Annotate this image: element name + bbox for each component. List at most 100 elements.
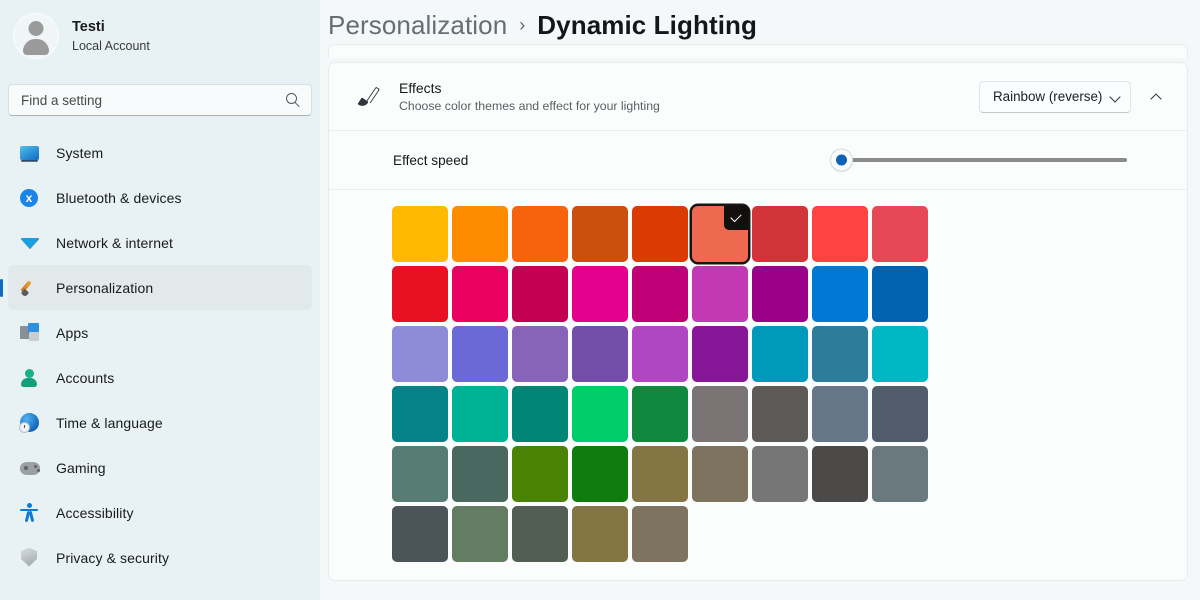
color-swatch[interactable]: [392, 206, 448, 262]
color-swatch[interactable]: [452, 266, 508, 322]
color-swatch[interactable]: [692, 326, 748, 382]
sidebar-item-label: Bluetooth & devices: [56, 190, 182, 206]
color-swatch[interactable]: [392, 326, 448, 382]
account-header[interactable]: Testi Local Account: [0, 0, 320, 72]
color-swatch[interactable]: [632, 206, 688, 262]
sidebar-item-system[interactable]: System: [8, 130, 312, 175]
color-swatch-grid: [392, 206, 936, 562]
sidebar-item-label: Apps: [56, 325, 88, 341]
slider-track[interactable]: [839, 158, 1127, 162]
chevron-down-icon: [1110, 91, 1121, 102]
color-swatch[interactable]: [632, 446, 688, 502]
page-title: Dynamic Lighting: [537, 10, 757, 41]
color-swatch[interactable]: [572, 326, 628, 382]
color-swatch[interactable]: [452, 206, 508, 262]
color-swatch-selected[interactable]: [692, 206, 748, 262]
color-swatch[interactable]: [872, 326, 928, 382]
color-swatch[interactable]: [572, 506, 628, 562]
color-swatch[interactable]: [512, 506, 568, 562]
color-swatch[interactable]: [752, 266, 808, 322]
sidebar-item-accessibility[interactable]: Accessibility: [8, 490, 312, 535]
color-swatch[interactable]: [632, 266, 688, 322]
color-swatch[interactable]: [752, 326, 808, 382]
sidebar-item-label: Personalization: [56, 280, 153, 296]
effect-speed-row: Effect speed: [329, 131, 1187, 189]
color-swatch[interactable]: [452, 446, 508, 502]
breadcrumb-parent-link[interactable]: Personalization: [328, 10, 507, 41]
color-swatch[interactable]: [812, 326, 868, 382]
color-swatch[interactable]: [812, 266, 868, 322]
sidebar-item-label: Accounts: [56, 370, 114, 386]
color-swatch[interactable]: [572, 386, 628, 442]
color-swatch[interactable]: [512, 266, 568, 322]
color-swatch[interactable]: [632, 506, 688, 562]
color-swatch[interactable]: [572, 446, 628, 502]
color-swatch[interactable]: [512, 386, 568, 442]
color-swatch[interactable]: [872, 446, 928, 502]
sidebar-item-gaming[interactable]: Gaming: [8, 445, 312, 490]
color-swatch[interactable]: [692, 266, 748, 322]
color-swatch[interactable]: [812, 446, 868, 502]
color-swatch[interactable]: [572, 266, 628, 322]
main-content: Personalization › Dynamic Lighting Effec…: [320, 0, 1200, 600]
color-swatch[interactable]: [572, 206, 628, 262]
search-icon: [285, 92, 301, 108]
color-swatch[interactable]: [392, 446, 448, 502]
color-swatch[interactable]: [452, 506, 508, 562]
effects-header-row: Effects Choose color themes and effect f…: [329, 63, 1187, 130]
bluetooth-icon: x: [20, 188, 40, 208]
sidebar-item-bluetooth-devices[interactable]: x Bluetooth & devices: [8, 175, 312, 220]
color-swatch[interactable]: [752, 206, 808, 262]
sidebar-item-privacy-security[interactable]: Privacy & security: [8, 535, 312, 580]
sidebar-item-apps[interactable]: Apps: [8, 310, 312, 355]
color-swatch[interactable]: [452, 326, 508, 382]
breadcrumb: Personalization › Dynamic Lighting: [320, 0, 1200, 50]
account-name: Testi: [72, 18, 150, 36]
chevron-up-icon: [1151, 91, 1162, 102]
slider-thumb[interactable]: [831, 150, 852, 171]
search-input[interactable]: Find a setting: [8, 84, 312, 116]
color-swatch[interactable]: [632, 386, 688, 442]
navigation-sidebar: Testi Local Account Find a setting Syste…: [0, 0, 320, 600]
effect-dropdown-value: Rainbow (reverse): [993, 89, 1102, 104]
sidebar-item-personalization[interactable]: Personalization: [8, 265, 312, 310]
expand-collapse-button[interactable]: [1139, 81, 1173, 113]
sidebar-item-time-language[interactable]: Time & language: [8, 400, 312, 445]
sidebar-nav-list: System x Bluetooth & devices Network & i…: [0, 130, 320, 580]
sidebar-item-label: Accessibility: [56, 505, 134, 521]
color-swatch[interactable]: [872, 386, 928, 442]
sidebar-item-label: Gaming: [56, 460, 106, 476]
color-swatch[interactable]: [632, 326, 688, 382]
color-swatch[interactable]: [452, 386, 508, 442]
system-icon: [20, 143, 40, 163]
color-swatch[interactable]: [512, 326, 568, 382]
color-swatch[interactable]: [692, 386, 748, 442]
paintbrush-icon: [353, 82, 383, 112]
effect-dropdown[interactable]: Rainbow (reverse): [979, 81, 1131, 113]
sidebar-item-accounts[interactable]: Accounts: [8, 355, 312, 400]
color-swatch[interactable]: [692, 446, 748, 502]
color-swatch[interactable]: [392, 386, 448, 442]
settings-scroll-area[interactable]: Effects Choose color themes and effect f…: [320, 44, 1200, 600]
gamepad-icon: [20, 458, 40, 478]
color-swatch[interactable]: [512, 446, 568, 502]
color-swatch[interactable]: [512, 206, 568, 262]
color-swatch[interactable]: [872, 206, 928, 262]
color-swatch[interactable]: [392, 506, 448, 562]
checkmark-icon: [724, 206, 748, 230]
color-swatch[interactable]: [812, 386, 868, 442]
sidebar-item-network-internet[interactable]: Network & internet: [8, 220, 312, 265]
color-swatch[interactable]: [392, 266, 448, 322]
effect-speed-slider[interactable]: [831, 144, 1127, 176]
clock-globe-icon: [20, 413, 40, 433]
color-swatch[interactable]: [812, 206, 868, 262]
sidebar-item-label: Time & language: [56, 415, 163, 431]
color-swatch-area: [329, 190, 1187, 580]
effects-card: Effects Choose color themes and effect f…: [328, 62, 1188, 581]
sidebar-item-label: System: [56, 145, 103, 161]
color-swatch[interactable]: [752, 386, 808, 442]
color-swatch[interactable]: [752, 446, 808, 502]
person-avatar-icon: [14, 14, 58, 58]
effects-title: Effects: [399, 80, 979, 96]
color-swatch[interactable]: [872, 266, 928, 322]
